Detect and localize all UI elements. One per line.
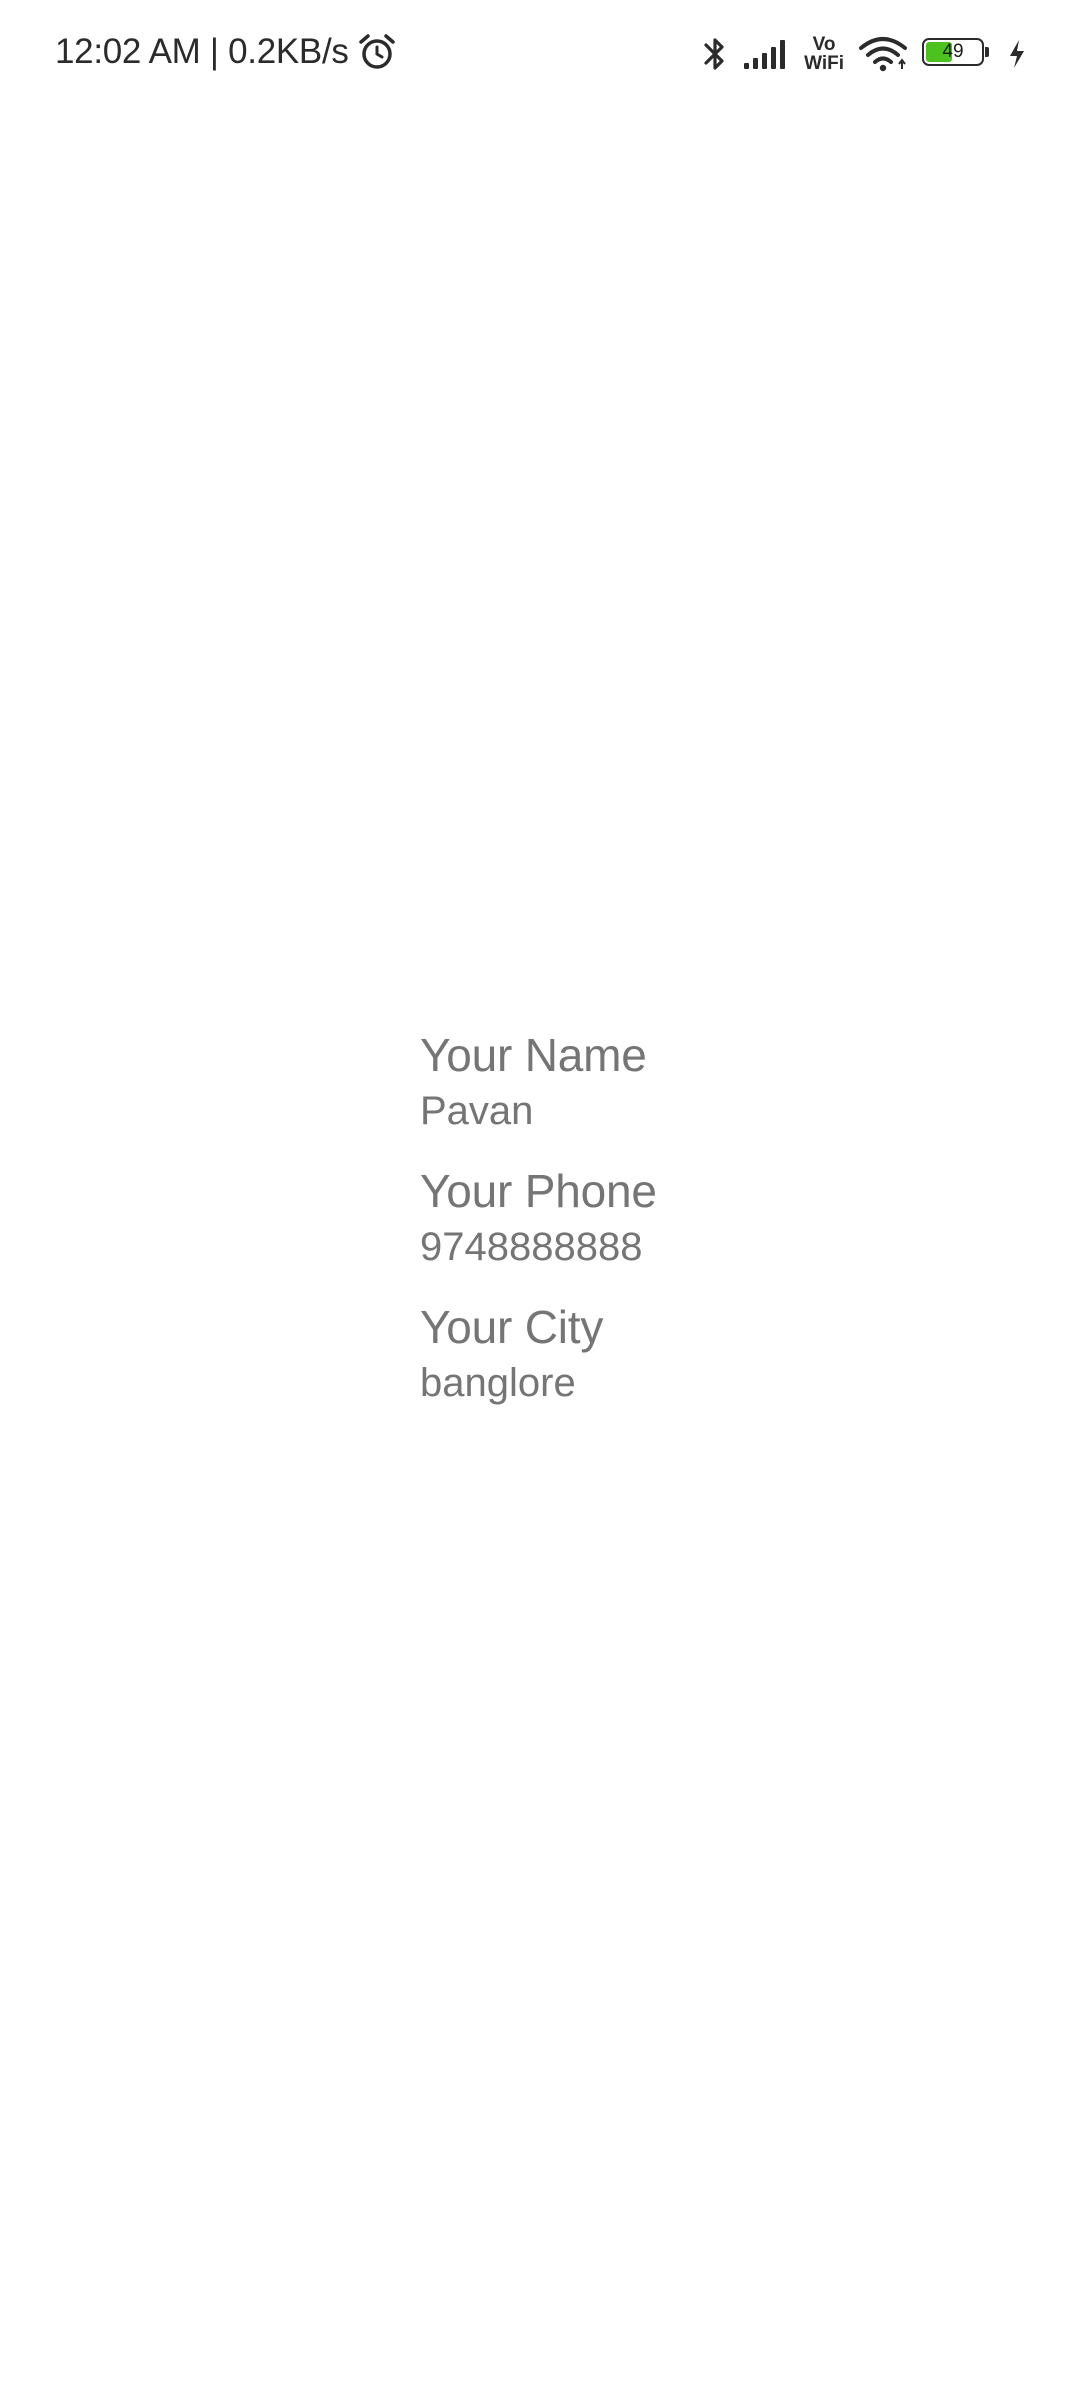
vowifi-top-label: Vo <box>812 34 836 55</box>
name-value: Pavan <box>420 1089 534 1133</box>
phone-value: 9748888888 <box>420 1225 643 1269</box>
city-value: banglore <box>420 1361 576 1405</box>
wifi-icon <box>859 37 907 72</box>
vowifi-indicator: Vo WiFi <box>804 35 844 73</box>
battery-level: 49 <box>942 41 964 62</box>
vowifi-bottom-label: WiFi <box>804 53 844 74</box>
bluetooth-icon <box>704 38 724 70</box>
city-field: Your City banglore <box>420 1297 657 1409</box>
battery-nub <box>985 47 989 57</box>
time-and-network-speed: 12:02 AM | 0.2KB/s <box>55 32 349 71</box>
phone-field: Your Phone 9748888888 <box>420 1161 657 1273</box>
name-field: Your Name Pavan <box>420 1025 657 1137</box>
status-right: Vo WiFi 49 <box>702 26 1028 82</box>
name-label: Your Name <box>420 1029 647 1081</box>
battery-indicator: 49 <box>922 38 992 70</box>
status-bar: 12:02 AM | 0.2KB/s Vo WiFi 49 <box>0 0 1080 104</box>
profile-details: Your Name Pavan Your Phone 9748888888 Yo… <box>420 1025 657 1433</box>
alarm-clock-icon <box>358 34 395 69</box>
city-label: Your City <box>420 1301 604 1353</box>
charging-bolt-icon <box>1010 40 1024 68</box>
phone-label: Your Phone <box>420 1165 657 1217</box>
cellular-signal-icon <box>744 40 786 69</box>
status-left: 12:02 AM | 0.2KB/s <box>55 24 397 80</box>
